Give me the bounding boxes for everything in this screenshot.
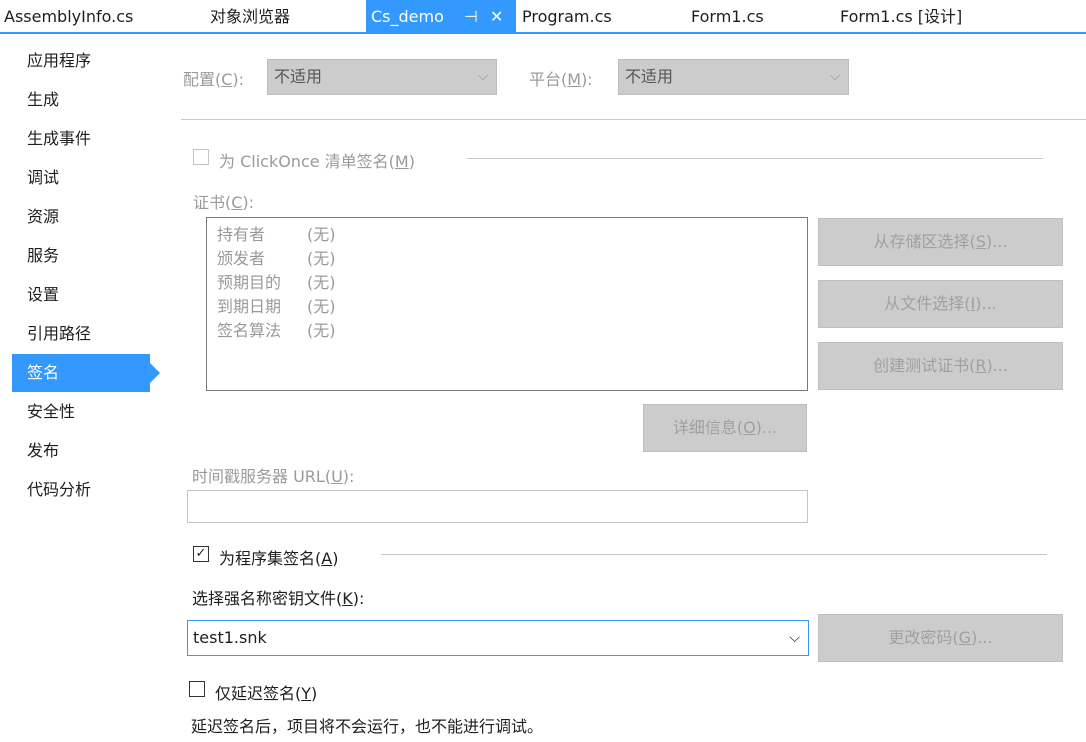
chevron-down-icon: ⌵: [478, 69, 488, 84]
cert-row-purpose: 预期目的 (无): [217, 273, 336, 292]
property-page-nav: 应用程序 生成 生成事件 调试 资源 服务 设置 引用路径 签名 安全性 发布 …: [0, 34, 160, 742]
document-tab-bar: AssemblyInfo.cs 对象浏览器 Cs_demo ⊣ ✕ Progra…: [0, 0, 1086, 34]
timestamp-url-input: [187, 490, 808, 523]
platform-label: 平台(M):: [529, 70, 593, 89]
sign-assembly-checkbox[interactable]: ✓: [193, 546, 209, 562]
tab-label: Form1.cs [设计]: [840, 7, 963, 26]
tab-label: Cs_demo: [371, 7, 444, 26]
nav-item-build[interactable]: 生成: [12, 81, 150, 119]
nav-item-publish[interactable]: 发布: [12, 432, 150, 470]
nav-item-resources[interactable]: 资源: [12, 198, 150, 236]
clickonce-sign-checkbox: [193, 149, 209, 165]
group-divider: [467, 158, 1043, 159]
platform-value: 不适用: [625, 67, 674, 86]
strong-name-key-label: 选择强名称密钥文件(K):: [192, 589, 365, 608]
configuration-label: 配置(C):: [183, 70, 245, 89]
tab-label: Form1.cs: [691, 7, 764, 26]
clickonce-sign-label: 为 ClickOnce 清单签名(M): [219, 152, 415, 171]
tab-program[interactable]: Program.cs: [522, 0, 612, 32]
nav-item-signing[interactable]: 签名: [12, 354, 160, 392]
nav-item-security[interactable]: 安全性: [12, 393, 150, 431]
strong-name-key-select[interactable]: test1.snk ⌵: [187, 620, 809, 656]
nav-item-build-events[interactable]: 生成事件: [12, 120, 150, 158]
nav-item-code-analysis[interactable]: 代码分析: [12, 471, 150, 509]
more-details-button: 详细信息(O)...: [643, 404, 807, 452]
tab-form1[interactable]: Form1.cs: [691, 0, 764, 32]
configuration-select: 不适用 ⌵: [267, 59, 497, 95]
cert-row-expiration: 到期日期 (无): [217, 297, 336, 316]
group-divider: [381, 554, 1047, 555]
delay-sign-label: 仅延迟签名(Y): [215, 684, 318, 703]
tab-cs-demo[interactable]: Cs_demo ⊣ ✕: [366, 0, 516, 32]
cert-row-holder: 持有者 (无): [217, 225, 336, 244]
nav-item-application[interactable]: 应用程序: [12, 42, 150, 80]
cert-row-algorithm: 签名算法 (无): [217, 321, 336, 340]
chevron-down-icon: ⌵: [830, 69, 840, 84]
tab-assemblyinfo[interactable]: AssemblyInfo.cs: [4, 0, 133, 32]
chevron-down-icon[interactable]: ⌵: [789, 621, 800, 655]
sign-assembly-label: 为程序集签名(A): [219, 549, 339, 568]
strong-name-key-value: test1.snk: [193, 628, 267, 647]
nav-item-settings[interactable]: 设置: [12, 276, 150, 314]
section-divider: [181, 119, 1086, 120]
platform-select: 不适用 ⌵: [618, 59, 849, 95]
tab-label: Program.cs: [522, 7, 612, 26]
tab-label: 对象浏览器: [210, 7, 291, 26]
tab-label: AssemblyInfo.cs: [4, 7, 134, 26]
timestamp-url-label: 时间戳服务器 URL(U):: [192, 467, 355, 486]
delay-sign-checkbox[interactable]: [189, 681, 205, 697]
delay-sign-note: 延迟签名后，项目将不会运行，也不能进行调试。: [191, 717, 544, 736]
nav-item-debug[interactable]: 调试: [12, 159, 150, 197]
nav-item-services[interactable]: 服务: [12, 237, 150, 275]
cert-row-issuer: 颁发者 (无): [217, 249, 336, 268]
configuration-value: 不适用: [274, 67, 323, 86]
select-from-file-button: 从文件选择(I)...: [818, 280, 1063, 328]
certificate-info-box: 持有者 (无) 颁发者 (无) 预期目的 (无) 到期日期 (无) 签名算法 (无): [206, 217, 808, 391]
tab-object-browser[interactable]: 对象浏览器: [210, 0, 290, 32]
pin-icon[interactable]: ⊣: [464, 0, 478, 34]
close-icon[interactable]: ✕: [490, 0, 503, 34]
select-from-store-button: 从存储区选择(S)...: [818, 218, 1063, 266]
tab-form1-designer[interactable]: Form1.cs [设计]: [840, 0, 962, 32]
certificate-label: 证书(C):: [193, 193, 255, 212]
nav-item-reference-paths[interactable]: 引用路径: [12, 315, 150, 353]
change-password-button: 更改密码(G)...: [818, 614, 1063, 662]
create-test-certificate-button: 创建测试证书(R)...: [818, 342, 1063, 390]
